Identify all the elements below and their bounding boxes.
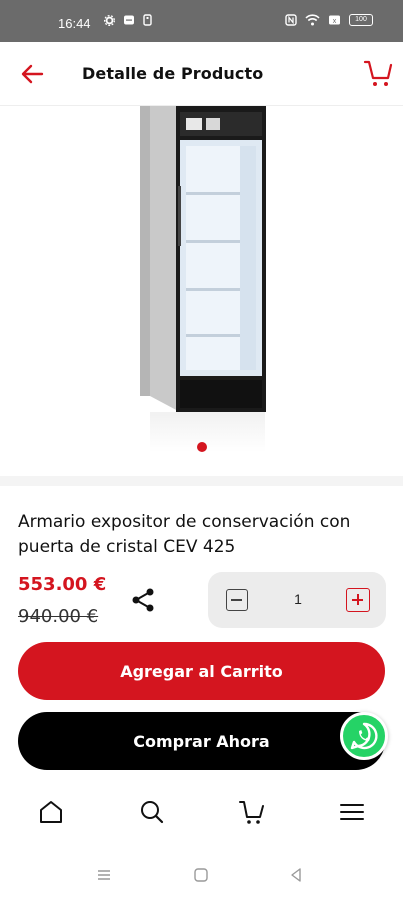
back-button-icon[interactable] <box>288 867 304 883</box>
back-arrow-icon[interactable] <box>18 60 46 88</box>
buy-now-button[interactable]: Comprar Ahora <box>18 712 385 770</box>
cart-icon[interactable] <box>363 56 393 88</box>
status-time: 16:44 <box>58 16 91 31</box>
product-reflection <box>150 412 265 452</box>
product-image <box>140 106 266 412</box>
whatsapp-button[interactable] <box>340 712 388 760</box>
share-icon[interactable] <box>130 586 158 614</box>
decrease-quantity-button[interactable] <box>226 589 248 611</box>
home-icon[interactable] <box>37 798 65 826</box>
home-button-icon[interactable] <box>193 867 209 883</box>
product-image-carousel[interactable] <box>0 106 403 476</box>
product-old-price: 940.00 € <box>18 606 99 627</box>
status-left-icons <box>104 14 152 26</box>
recent-apps-icon[interactable] <box>96 867 112 883</box>
bottom-nav <box>0 786 403 842</box>
wifi-icon <box>305 14 320 26</box>
carousel-indicator[interactable] <box>197 442 207 452</box>
status-right-icons: x 100 <box>285 14 373 26</box>
svg-text:x: x <box>333 18 337 25</box>
whatsapp-icon <box>350 722 378 750</box>
notification-icon <box>143 14 152 26</box>
section-divider <box>0 476 403 486</box>
menu-icon[interactable] <box>338 798 366 826</box>
quantity-stepper: 1 <box>208 572 386 628</box>
cart-icon[interactable] <box>238 798 266 826</box>
message-icon <box>124 15 134 25</box>
search-icon[interactable] <box>138 798 166 826</box>
product-price: 553.00 € <box>18 574 107 595</box>
add-to-cart-button[interactable]: Agregar al Carrito <box>18 642 385 700</box>
nfc-icon <box>285 14 297 26</box>
app-header: Detalle de Producto <box>0 42 403 106</box>
product-title: Armario expositor de conservación con pu… <box>18 512 351 557</box>
settings-icon <box>104 14 115 26</box>
sim-icon: x <box>329 15 340 25</box>
status-bar: 16:44 x 100 <box>0 0 403 42</box>
battery-icon: 100 <box>349 14 373 26</box>
system-nav-bar <box>0 850 403 900</box>
increase-quantity-button[interactable] <box>346 588 370 612</box>
page-title: Detalle de Producto <box>82 64 264 83</box>
quantity-value: 1 <box>294 591 302 607</box>
